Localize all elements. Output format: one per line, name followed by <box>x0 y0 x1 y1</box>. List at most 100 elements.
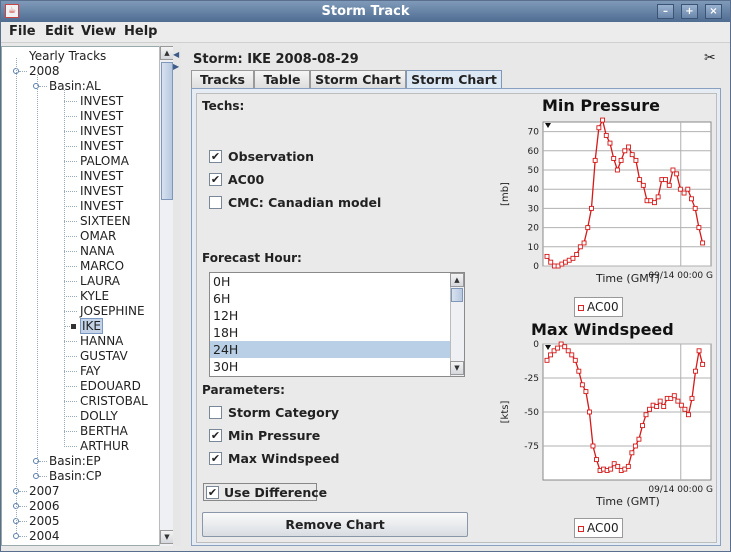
tree-basin[interactable]: Basin:CP <box>49 469 101 484</box>
use-difference-label[interactable]: Use Difference <box>224 485 327 500</box>
tree-storm[interactable]: LAURA <box>80 274 120 289</box>
tree-storm[interactable]: FAY <box>80 364 100 379</box>
scroll-up-icon[interactable]: ▲ <box>450 273 464 287</box>
collapse-left-icon[interactable]: ◀ <box>173 50 179 59</box>
forecast-hour-list[interactable]: 0H 6H 12H 18H 24H 30H ▲ ▼ <box>209 272 465 377</box>
menu-view[interactable]: View <box>81 24 116 39</box>
close-window-button[interactable]: × <box>705 4 722 19</box>
tree-storm[interactable]: KYLE <box>80 289 109 304</box>
list-item[interactable]: 0H <box>210 273 450 290</box>
data-point <box>661 404 667 410</box>
tree-year[interactable]: 2005 <box>29 514 60 529</box>
tree-basin-al[interactable]: Basin:AL <box>49 79 101 94</box>
tree-connector <box>64 281 77 282</box>
use-difference-checkbox[interactable]: ✔ <box>206 486 219 499</box>
remove-chart-button[interactable]: Remove Chart <box>202 512 468 537</box>
forecast-scrollbar[interactable]: ▲ ▼ <box>450 273 464 376</box>
menu-help[interactable]: Help <box>124 24 157 39</box>
tree-node-label: INVEST <box>80 109 124 123</box>
tree-storm[interactable]: SIXTEEN <box>80 214 131 229</box>
tree-storm[interactable]: OMAR <box>80 229 116 244</box>
tree-storm[interactable]: EDOUARD <box>80 379 141 394</box>
tree-storm[interactable]: INVEST <box>80 109 123 124</box>
y-tick-label: 40 <box>528 185 540 195</box>
tree-year-2008[interactable]: 2008 <box>29 64 60 79</box>
cmc-checkbox[interactable] <box>209 196 222 209</box>
tab-table[interactable]: Table <box>254 70 310 89</box>
observation-checkbox[interactable]: ✔ <box>209 150 222 163</box>
tree-node-label: OMAR <box>80 229 117 243</box>
tree-storm[interactable]: MARCO <box>80 259 124 274</box>
y-tick-label: 20 <box>528 224 540 234</box>
data-point <box>565 348 571 354</box>
tree-scroll-thumb[interactable] <box>161 62 173 200</box>
tree-basin[interactable]: Basin:EP <box>49 454 101 469</box>
forecast-scroll-thumb[interactable] <box>451 288 463 302</box>
min-pressure-checkbox[interactable]: ✔ <box>209 429 222 442</box>
data-point <box>632 443 638 449</box>
tree-storm[interactable]: INVEST <box>80 139 123 154</box>
menu-edit[interactable]: Edit <box>45 24 74 39</box>
tree-root[interactable]: Yearly Tracks <box>29 49 106 64</box>
tree-connector <box>37 75 38 476</box>
list-item[interactable]: 30H <box>210 358 450 375</box>
tab-tracks[interactable]: Tracks <box>191 70 254 89</box>
tree-storm[interactable]: HANNA <box>80 334 123 349</box>
max-windspeed-checkbox[interactable]: ✔ <box>209 452 222 465</box>
tree-storm[interactable]: INVEST <box>80 199 123 214</box>
tree-storm[interactable]: INVEST <box>80 184 123 199</box>
tree-year[interactable]: 2004 <box>29 529 60 544</box>
list-item-selected[interactable]: 24H <box>210 341 450 358</box>
tree-connector <box>64 386 77 387</box>
tree-storm[interactable]: DOLLY <box>80 409 118 424</box>
title-bar[interactable]: ☕ Storm Track – + × <box>1 1 730 22</box>
data-point <box>579 382 585 388</box>
tree-storm[interactable]: PALOMA <box>80 154 129 169</box>
data-point <box>611 156 617 161</box>
scroll-down-icon[interactable]: ▼ <box>450 361 464 375</box>
tree-connector <box>64 416 77 417</box>
tab-storm-chart-1[interactable]: Storm Chart <box>310 70 406 89</box>
techs-label: Techs: <box>202 99 245 113</box>
tree-storm[interactable]: GUSTAV <box>80 349 128 364</box>
tree-storm[interactable]: NANA <box>80 244 114 259</box>
list-item[interactable]: 18H <box>210 324 450 341</box>
tree-storm[interactable]: BERTHA <box>80 424 128 439</box>
storm-category-checkbox[interactable] <box>209 406 222 419</box>
scroll-up-icon[interactable]: ▲ <box>160 46 174 60</box>
expand-right-icon[interactable]: ▶ <box>173 62 179 71</box>
tree-node-label: SIXTEEN <box>80 214 131 228</box>
y-tick-label: 50 <box>528 166 540 176</box>
tree-connector <box>64 191 77 192</box>
tree-year[interactable]: 2006 <box>29 499 60 514</box>
tree-storm[interactable]: INVEST <box>80 94 123 109</box>
data-point <box>689 196 694 202</box>
data-point <box>548 352 553 358</box>
tree-node-label: INVEST <box>80 184 124 198</box>
tree-storm[interactable]: ARTHUR <box>80 439 129 454</box>
maximize-button[interactable]: + <box>681 4 698 19</box>
storm-tree[interactable]: Yearly Tracks 2008 Basin:AL INVEST INVEST INV… <box>1 46 161 546</box>
x-axis-label: Time (GMT) <box>596 495 660 508</box>
scroll-down-icon[interactable]: ▼ <box>160 530 174 544</box>
data-point <box>640 182 646 188</box>
close-storm-icon[interactable]: ✂ <box>704 50 716 66</box>
legend-label: AC00 <box>587 300 619 314</box>
tree-storm-selected[interactable]: IKE <box>80 318 103 334</box>
list-item[interactable]: 12H <box>210 307 450 324</box>
split-pane-divider[interactable]: ◀ ▶ <box>173 46 181 546</box>
tree-node-label: Basin:AL <box>49 79 101 93</box>
parameters-label: Parameters: <box>202 383 285 397</box>
data-point <box>607 140 613 146</box>
tab-storm-chart-2[interactable]: Storm Chart <box>406 70 502 89</box>
list-item[interactable]: 6H <box>210 290 450 307</box>
tree-year[interactable]: 2007 <box>29 484 60 499</box>
tree-scrollbar[interactable]: ▲ ▼ <box>159 46 174 546</box>
menu-file[interactable]: File <box>9 24 36 39</box>
tree-storm[interactable]: JOSEPHINE <box>80 304 145 319</box>
minimize-button[interactable]: – <box>657 4 674 19</box>
ac00-checkbox[interactable]: ✔ <box>209 173 222 186</box>
tree-storm[interactable]: CRISTOBAL <box>80 394 148 409</box>
tree-storm[interactable]: INVEST <box>80 124 123 139</box>
tree-storm[interactable]: INVEST <box>80 169 123 184</box>
